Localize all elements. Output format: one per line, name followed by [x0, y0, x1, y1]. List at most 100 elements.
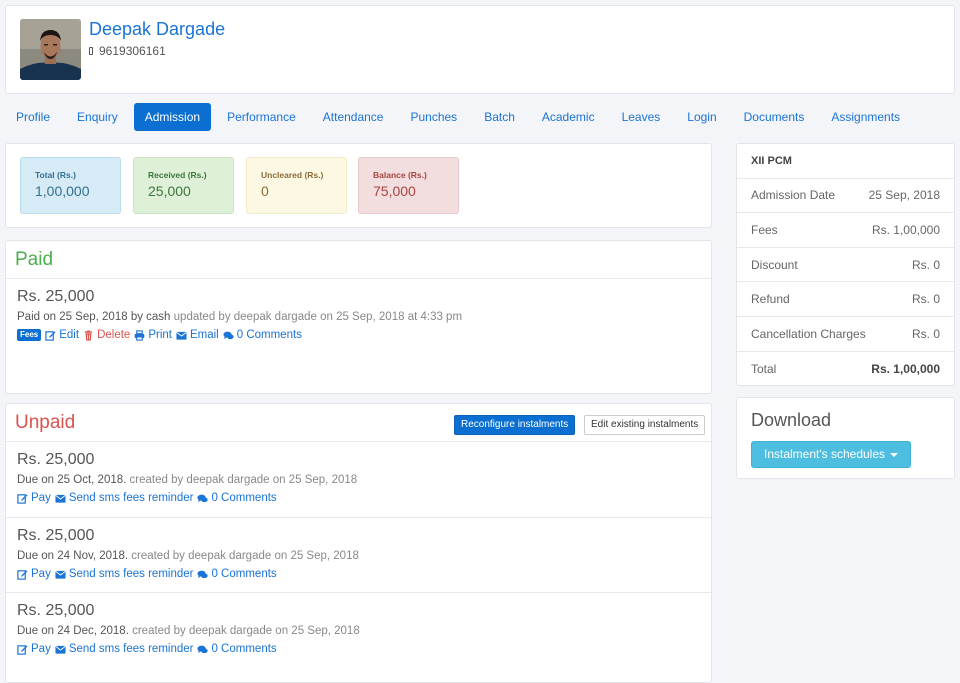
instalment-meta: Due on 25 Oct, 2018. created by deepak d… — [17, 474, 700, 486]
detail-label: Fees — [751, 222, 778, 237]
email-link[interactable]: Email — [176, 329, 219, 341]
reminder-label: Send sms fees reminder — [68, 568, 194, 580]
stat-received-value: 25,000 — [148, 183, 191, 199]
print-label: Print — [148, 329, 172, 341]
comments-label: 0 Comments — [211, 492, 277, 504]
send-sms-reminder-link[interactable]: Send sms fees reminder — [55, 643, 194, 655]
detail-value: Rs. 1,00,000 — [871, 361, 940, 376]
instalment-row: Rs. 25,000 Due on 25 Oct, 2018. created … — [6, 442, 711, 517]
paid-panel: Paid Rs. 25,000 Paid on 25 Sep, 2018 by … — [5, 240, 712, 394]
instalment-row: Rs. 25,000 Due on 24 Nov, 2018. created … — [6, 517, 711, 592]
instalment-actions: Pay Send sms fees reminder 0 Comments — [17, 566, 700, 582]
tab-batch[interactable]: Batch — [473, 103, 526, 131]
course-name: XII PCM — [737, 144, 954, 179]
detail-row-refund: Refund Rs. 0 — [737, 282, 954, 317]
comments-link[interactable]: 0 Comments — [223, 329, 302, 341]
comments-icon — [197, 570, 209, 578]
comments-link[interactable]: 0 Comments — [197, 643, 277, 655]
trash-icon — [84, 329, 93, 341]
detail-value: Rs. 0 — [911, 326, 940, 341]
edit-icon — [17, 493, 28, 504]
send-sms-reminder-link[interactable]: Send sms fees reminder — [55, 492, 194, 504]
created-text: created by deepak dargade on 25 Sep, 201… — [132, 625, 360, 637]
mobile-phone-icon — [89, 47, 93, 55]
detail-row-discount: Discount Rs. 0 — [737, 248, 954, 283]
tab-assignments[interactable]: Assignments — [820, 103, 911, 131]
comments-icon — [223, 331, 234, 339]
paid-text: Paid on 25 Sep, 2018 by cash — [17, 311, 171, 323]
reminder-label: Send sms fees reminder — [68, 492, 194, 504]
envelope-icon — [55, 570, 66, 579]
pay-label: Pay — [31, 643, 51, 655]
profile-name[interactable]: Deepak Dargade — [89, 19, 225, 40]
instalment-amount: Rs. 25,000 — [17, 451, 95, 468]
due-text: Due on 24 Dec, 2018. — [17, 625, 129, 637]
send-sms-reminder-link[interactable]: Send sms fees reminder — [55, 568, 194, 580]
paid-actions: Fees Edit Delete Print Email 0 Comments — [17, 327, 700, 343]
tab-login[interactable]: Login — [676, 103, 727, 131]
fees-summary-card: Total (Rs.) 1,00,000 Received (Rs.) 25,0… — [5, 143, 712, 228]
tab-leaves[interactable]: Leaves — [611, 103, 672, 131]
stat-balance-label: Balance (Rs.) — [373, 170, 427, 180]
paid-title: Paid — [15, 249, 54, 270]
stat-total: Total (Rs.) 1,00,000 — [20, 157, 121, 214]
stat-balance-value: 75,000 — [373, 183, 416, 199]
instalment-row: Rs. 25,000 Due on 24 Dec, 2018. created … — [6, 592, 711, 667]
edit-icon — [45, 330, 56, 341]
edit-existing-instalments-button[interactable]: Edit existing instalments — [584, 415, 706, 435]
detail-row-cancellation-charges: Cancellation Charges Rs. 0 — [737, 317, 954, 352]
pay-link[interactable]: Pay — [17, 643, 51, 655]
detail-label: Discount — [751, 257, 798, 272]
instalment-meta: Due on 24 Nov, 2018. created by deepak d… — [17, 550, 700, 562]
due-text: Due on 24 Nov, 2018. — [17, 550, 129, 562]
comments-label: 0 Comments — [236, 329, 302, 341]
detail-label: Refund — [751, 292, 790, 307]
tab-performance[interactable]: Performance — [216, 103, 307, 131]
stat-balance: Balance (Rs.) 75,000 — [358, 157, 459, 214]
updated-text: updated by deepak dargade on 25 Sep, 201… — [173, 311, 463, 323]
unpaid-panel-header: Unpaid Reconfigure instalments Edit exis… — [6, 404, 711, 442]
tab-profile[interactable]: Profile — [5, 103, 61, 131]
tab-punches[interactable]: Punches — [399, 103, 468, 131]
reminder-label: Send sms fees reminder — [68, 643, 194, 655]
stat-total-label: Total (Rs.) — [35, 170, 76, 180]
tab-documents[interactable]: Documents — [733, 103, 816, 131]
instalment-actions: Pay Send sms fees reminder 0 Comments — [17, 490, 700, 506]
instalment-schedules-dropdown[interactable]: Instalment's schedules — [751, 441, 912, 468]
instalment-amount: Rs. 25,000 — [17, 527, 95, 544]
detail-row-total: Total Rs. 1,00,000 — [737, 352, 954, 387]
edit-link[interactable]: Edit — [45, 329, 79, 341]
tab-enquiry[interactable]: Enquiry — [66, 103, 129, 131]
edit-icon — [17, 569, 28, 580]
comments-link[interactable]: 0 Comments — [197, 568, 277, 580]
admission-details-card: XII PCM Admission Date 25 Sep, 2018 Fees… — [736, 143, 955, 386]
edit-label: Edit — [59, 329, 80, 341]
stat-uncleared-value: 0 — [261, 183, 269, 199]
comments-icon — [197, 494, 209, 502]
stat-uncleared: Uncleared (Rs.) 0 — [246, 157, 347, 214]
comments-link[interactable]: 0 Comments — [197, 492, 277, 504]
comments-label: 0 Comments — [211, 568, 277, 580]
course-title: XII PCM — [751, 154, 792, 167]
pay-link[interactable]: Pay — [17, 492, 51, 504]
tab-attendance[interactable]: Attendance — [312, 103, 395, 131]
avatar — [20, 19, 81, 80]
detail-value: 25 Sep, 2018 — [868, 188, 940, 203]
unpaid-panel: Unpaid Reconfigure instalments Edit exis… — [5, 403, 712, 683]
tab-academic[interactable]: Academic — [531, 103, 606, 131]
stat-received-label: Received (Rs.) — [148, 170, 207, 180]
delete-link[interactable]: Delete — [83, 329, 130, 341]
instalment-actions: Pay Send sms fees reminder 0 Comments — [17, 641, 700, 657]
reconfigure-instalments-button[interactable]: Reconfigure instalments — [454, 415, 576, 435]
email-label: Email — [189, 329, 219, 341]
profile-phone: 9619306161 — [89, 44, 166, 58]
print-link[interactable]: Print — [134, 329, 172, 341]
edit-icon — [17, 644, 28, 655]
detail-row-fees: Fees Rs. 1,00,000 — [737, 213, 954, 248]
comments-label: 0 Comments — [211, 643, 277, 655]
detail-value: Rs. 0 — [911, 257, 940, 272]
pay-link[interactable]: Pay — [17, 568, 51, 580]
print-icon — [135, 329, 145, 341]
paid-panel-header: Paid — [6, 241, 711, 279]
tab-admission[interactable]: Admission — [133, 103, 212, 131]
